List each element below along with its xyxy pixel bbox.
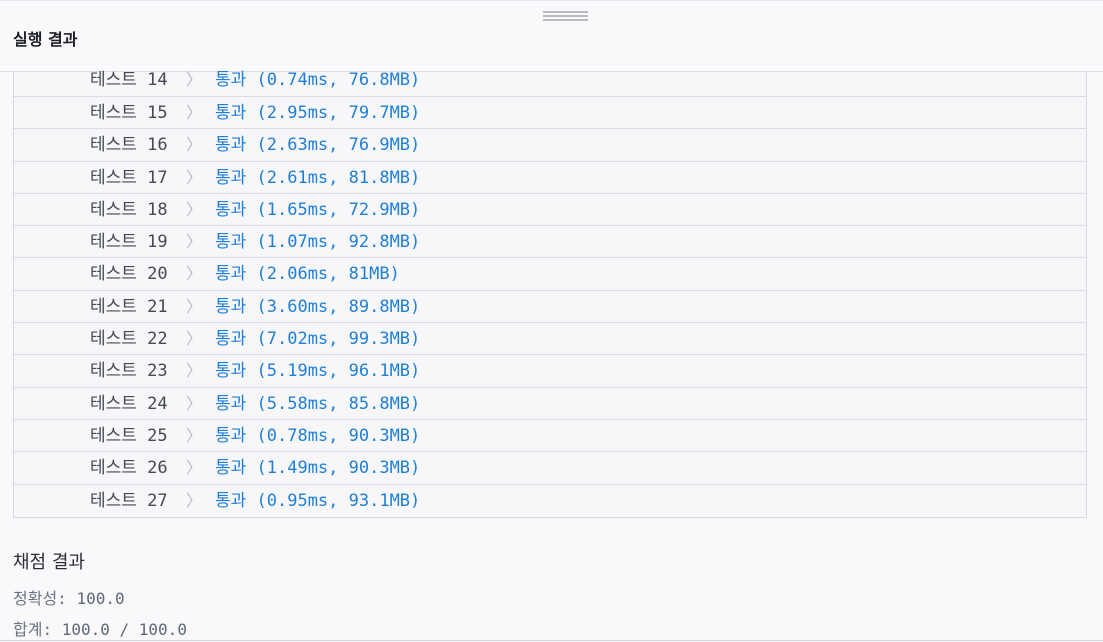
test-row: 테스트 15 〉 통과 (2.95ms, 79.7MB) [14,97,1086,130]
scoring-title: 채점 결과 [13,552,85,573]
test-label: 테스트 16 [90,135,168,156]
total-label: 합계: [13,620,53,639]
chevron-right-icon: 〉 [186,425,203,445]
test-label: 테스트 25 [90,425,168,446]
test-row: 테스트 26 〉 통과 (1.49ms, 90.3MB) [14,452,1086,485]
test-row: 테스트 19 〉 통과 (1.07ms, 92.8MB) [14,226,1086,259]
test-row: 테스트 16 〉 통과 (2.63ms, 76.9MB) [14,129,1086,162]
test-label: 테스트 18 [90,199,168,220]
test-row: 테스트 17 〉 통과 (2.61ms, 81.8MB) [14,162,1086,194]
test-result: 통과 (2.06ms, 81MB) [215,264,400,285]
test-result: 통과 (2.95ms, 79.7MB) [215,103,421,123]
test-row: 테스트 23 〉 통과 (5.19ms, 96.1MB) [14,355,1086,388]
test-result: 통과 (0.95ms, 93.1MB) [215,490,421,511]
test-row: 테스트 18 〉 통과 (1.65ms, 72.9MB) [14,194,1086,227]
test-result: 통과 (0.74ms, 76.8MB) [215,70,421,90]
test-result: 통과 (3.60ms, 89.8MB) [215,296,421,317]
chevron-right-icon: 〉 [186,458,203,478]
accuracy-line: 정확성: 100.0 [13,585,125,609]
test-result: 통과 (7.02ms, 99.3MB) [215,329,421,350]
test-label: 테스트 24 [90,393,168,414]
test-result: 통과 (1.07ms, 92.8MB) [215,232,421,253]
chevron-right-icon: 〉 [186,490,203,510]
test-result: 통과 (5.19ms, 96.1MB) [215,361,421,382]
chevron-right-icon: 〉 [186,135,203,155]
test-label: 테스트 17 [90,167,168,188]
chevron-right-icon: 〉 [186,103,203,122]
test-results-list[interactable]: 테스트 14 〉 통과 (0.74ms, 76.8MB) 테스트 15 〉 통과 (2.9… [13,72,1087,518]
total-value: 100.0 / 100.0 [61,620,187,639]
chevron-right-icon: 〉 [186,393,203,413]
test-label: 테스트 14 [90,70,168,90]
test-result: 통과 (1.49ms, 90.3MB) [215,458,421,479]
test-row: 테스트 22 〉 통과 (7.02ms, 99.3MB) [14,323,1086,356]
bottom-divider [0,640,1103,641]
test-label: 테스트 23 [90,361,168,382]
chevron-right-icon: 〉 [186,361,203,381]
test-result: 통과 (1.65ms, 72.9MB) [215,199,421,220]
test-label: 테스트 21 [90,296,168,317]
test-result: 통과 (2.63ms, 76.9MB) [215,135,421,156]
test-row: 테스트 20 〉 통과 (2.06ms, 81MB) [14,258,1086,291]
test-result: 통과 (2.61ms, 81.8MB) [215,167,421,188]
test-label: 테스트 15 [90,103,168,123]
drag-handle-icon[interactable] [543,11,588,22]
panel-header: 실행 결과 [0,0,1103,72]
total-line: 합계: 100.0 / 100.0 [13,616,187,640]
accuracy-value: 100.0 [76,589,125,608]
test-row: 테스트 24 〉 통과 (5.58ms, 85.8MB) [14,388,1086,420]
test-label: 테스트 19 [90,232,168,253]
chevron-right-icon: 〉 [186,167,203,187]
test-label: 테스트 27 [90,490,168,511]
chevron-right-icon: 〉 [186,296,203,316]
test-row: 테스트 25 〉 통과 (0.78ms, 90.3MB) [14,420,1086,453]
chevron-right-icon: 〉 [186,264,203,284]
chevron-right-icon: 〉 [186,70,203,89]
results-page: 실행 결과 테스트 14 〉 통과 (0.74ms, 76.8MB) 테스트 15 〉 통… [0,0,1103,642]
chevron-right-icon: 〉 [186,199,203,219]
accuracy-label: 정확성: [13,589,67,608]
test-label: 테스트 26 [90,458,168,479]
chevron-right-icon: 〉 [186,232,203,252]
test-label: 테스트 22 [90,329,168,350]
test-result: 통과 (5.58ms, 85.8MB) [215,393,421,414]
test-result: 통과 (0.78ms, 90.3MB) [215,425,421,446]
test-row: 테스트 21 〉 통과 (3.60ms, 89.8MB) [14,291,1086,324]
panel-title: 실행 결과 [13,30,78,49]
test-label: 테스트 20 [90,264,168,285]
test-row: 테스트 14 〉 통과 (0.74ms, 76.8MB) [14,72,1086,97]
chevron-right-icon: 〉 [186,329,203,349]
test-row: 테스트 27 〉 통과 (0.95ms, 93.1MB) [14,485,1086,517]
